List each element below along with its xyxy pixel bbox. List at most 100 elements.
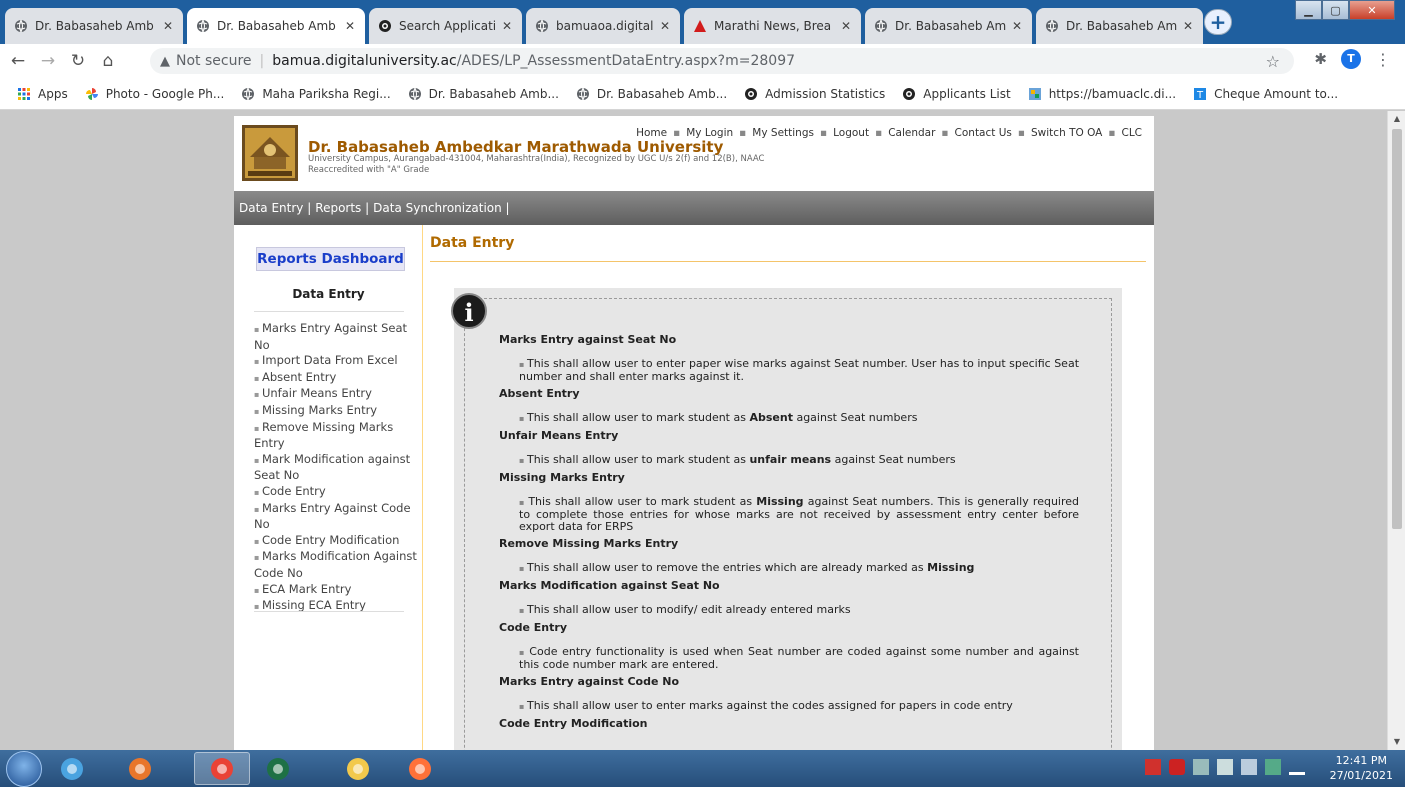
info-item: Code Entry Code entry functionality is us… — [499, 621, 1079, 671]
browser-tab[interactable]: bamuaoa.digitaluni ✕ — [526, 8, 680, 44]
sidebar-item[interactable]: Marks Entry Against Code No — [254, 501, 420, 533]
volume-icon[interactable] — [1217, 759, 1233, 775]
sidebar-item[interactable]: ECA Mark Entry — [254, 582, 420, 599]
close-tab-icon[interactable]: ✕ — [500, 19, 514, 33]
browser-tab[interactable]: Search Application ✕ — [369, 8, 522, 44]
start-button[interactable] — [6, 751, 42, 787]
sidebar-item[interactable]: Absent Entry — [254, 370, 420, 387]
info-text: This shall allow user to remove the entr… — [526, 561, 928, 574]
browser-tab-strip: Dr. Babasaheb Amb ✕ Dr. Babasaheb Amb ✕ Sear… — [0, 0, 1405, 44]
browser-tab[interactable]: Dr. Babasaheb Amb ✕ — [865, 8, 1032, 44]
new-tab-button[interactable]: + — [1204, 9, 1232, 35]
tab-title: Dr. Babasaheb Amb — [895, 19, 1006, 33]
scroll-down-icon[interactable]: ▼ — [1388, 734, 1405, 750]
tray-network-icon[interactable] — [1193, 759, 1209, 775]
excel-icon[interactable] — [250, 752, 306, 785]
bookmark-item[interactable]: Admission Statistics — [743, 86, 885, 102]
bookmark-item[interactable]: T Cheque Amount to... — [1192, 86, 1338, 102]
file-explorer-icon[interactable] — [330, 752, 386, 785]
signal-icon[interactable] — [1289, 759, 1305, 775]
home-icon[interactable]: ⌂ — [96, 49, 120, 73]
close-window-button[interactable]: ✕ — [1349, 0, 1395, 20]
security-label[interactable]: Not secure — [176, 53, 252, 69]
info-heading: Missing Marks Entry — [499, 471, 625, 484]
tray-flag-icon[interactable] — [1241, 759, 1257, 775]
tab-title: Marathi News, Brea — [714, 19, 832, 33]
tab-title: Search Application — [399, 19, 496, 33]
sidebar-item[interactable]: Code Entry Modification — [254, 533, 420, 550]
sidebar-item[interactable]: Remove Missing Marks Entry — [254, 420, 420, 452]
tray-keyboard-icon[interactable] — [1265, 759, 1281, 775]
reports-dashboard-button[interactable]: Reports Dashboard — [256, 247, 405, 271]
top-link[interactable]: Home — [636, 127, 667, 139]
url-path[interactable]: /ADES/LP_AssessmentDataEntry.aspx?m=2809… — [457, 53, 795, 69]
warning-icon[interactable]: ▲ — [160, 54, 170, 69]
university-logo — [242, 125, 298, 181]
profile-avatar[interactable]: T — [1341, 49, 1361, 69]
maximize-button[interactable]: ▢ — [1322, 0, 1349, 20]
top-link[interactable]: Calendar — [888, 127, 935, 139]
top-link[interactable]: My Login — [686, 127, 733, 139]
sidebar-item[interactable]: Missing Marks Entry — [254, 403, 420, 420]
close-tab-icon[interactable]: ✕ — [1181, 19, 1195, 33]
url-host[interactable]: bamua.digitaluniversity.ac — [272, 53, 457, 69]
browser-tab[interactable]: Marathi News, Brea ✕ — [684, 8, 861, 44]
tab-title: Dr. Babasaheb Amb — [35, 19, 154, 33]
menu-kebab-icon[interactable]: ⋮ — [1375, 50, 1391, 69]
top-link[interactable]: CLC — [1121, 127, 1142, 139]
menu-item[interactable]: Reports | — [315, 201, 369, 215]
browser-tab[interactable]: Dr. Babasaheb Amb ✕ — [1036, 8, 1203, 44]
scrollbar-thumb[interactable] — [1392, 129, 1402, 529]
page-scrollbar[interactable]: ▲ ▼ — [1387, 111, 1405, 750]
close-tab-icon[interactable]: ✕ — [839, 19, 853, 33]
sidebar-item[interactable]: Marks Entry Against Seat No — [254, 321, 420, 353]
sidebar-item[interactable]: Missing ECA Entry — [254, 598, 420, 615]
extensions-puzzle-icon[interactable]: ✱ — [1314, 50, 1327, 68]
bookmark-item[interactable]: Photo - Google Ph... — [84, 86, 224, 102]
info-text: This shall allow user to mark student as — [526, 453, 750, 466]
info-emphasis: Absent — [749, 411, 793, 424]
tray-app-icon[interactable] — [1145, 759, 1161, 775]
globe-icon — [407, 86, 423, 102]
address-bar[interactable]: ▲ Not secure | bamua.digitaluniversity.a… — [150, 48, 1294, 74]
close-tab-icon[interactable]: ✕ — [343, 19, 357, 33]
sidebar-item[interactable]: Code Entry — [254, 484, 420, 501]
top-link[interactable]: Logout — [833, 127, 869, 139]
bookmark-item[interactable]: Dr. Babasaheb Amb... — [407, 86, 559, 102]
sidebar-item[interactable]: Unfair Means Entry — [254, 386, 420, 403]
forward-icon[interactable]: → — [36, 49, 60, 73]
scroll-up-icon[interactable]: ▲ — [1388, 111, 1405, 127]
ie-icon[interactable] — [44, 752, 100, 785]
info-text: This shall allow user to mark student as — [528, 495, 757, 508]
bookmark-item[interactable]: Applicants List — [901, 86, 1011, 102]
close-tab-icon[interactable]: ✕ — [658, 19, 672, 33]
back-icon[interactable]: ← — [6, 49, 30, 73]
sidebar-item[interactable]: Marks Modification Against Code No — [254, 549, 420, 581]
browser-tab[interactable]: Dr. Babasaheb Amb ✕ — [5, 8, 183, 44]
bookmark-star-icon[interactable]: ☆ — [1266, 52, 1280, 71]
browser-tab[interactable]: Dr. Babasaheb Amb ✕ — [187, 8, 365, 44]
office-icon[interactable] — [112, 752, 168, 785]
minimize-button[interactable]: ▁ — [1295, 0, 1322, 20]
tray-search-icon[interactable] — [1169, 759, 1185, 775]
firefox-icon[interactable] — [392, 752, 448, 785]
app-logo-icon — [901, 86, 917, 102]
bookmark-item[interactable]: Dr. Babasaheb Amb... — [575, 86, 727, 102]
bookmark-item[interactable]: https://bamuaclc.di... — [1027, 86, 1176, 102]
top-link[interactable]: My Settings — [752, 127, 814, 139]
top-link[interactable]: Contact Us — [955, 127, 1012, 139]
reload-icon[interactable]: ↻ — [66, 49, 90, 73]
bookmark-item[interactable]: Maha Pariksha Regi... — [240, 86, 391, 102]
clock[interactable]: 12:41 PM 27/01/2021 — [1330, 753, 1393, 783]
info-description: This shall allow user to mark student as… — [519, 454, 1079, 467]
close-tab-icon[interactable]: ✕ — [1010, 19, 1024, 33]
close-tab-icon[interactable]: ✕ — [161, 19, 175, 33]
info-text: This shall allow user to modify/ edit al… — [526, 603, 851, 616]
bookmark-item[interactable]: Apps — [16, 86, 68, 102]
sidebar-item[interactable]: Import Data From Excel — [254, 353, 420, 370]
menu-item[interactable]: Data Synchronization | — [373, 201, 509, 215]
chrome-icon[interactable] — [194, 752, 250, 785]
menu-item[interactable]: Data Entry | — [239, 201, 311, 215]
top-link[interactable]: Switch TO OA — [1031, 127, 1102, 139]
sidebar-item[interactable]: Mark Modification against Seat No — [254, 452, 420, 484]
